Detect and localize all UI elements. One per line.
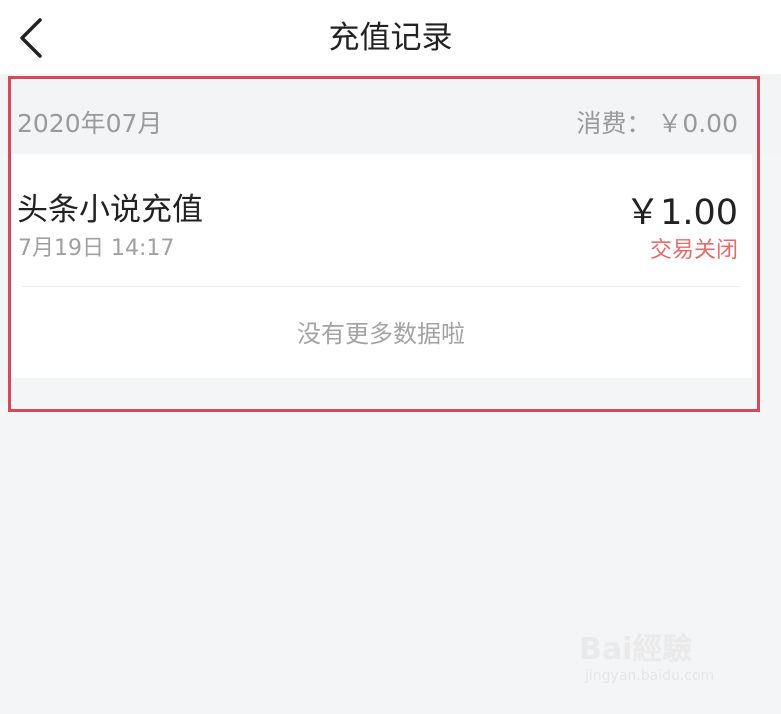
page-title: 充值记录 [328, 20, 453, 56]
watermark-brand: Bai經驗 [579, 632, 693, 667]
header: 充值记录 [0, 0, 781, 74]
watermark-url: jingyan.baidu.com [585, 668, 715, 684]
highlight-box [8, 76, 760, 412]
content-area: Bai經驗 jingyan.baidu.com [0, 416, 781, 714]
watermark-logo: Bai經驗 jingyan.baidu.com [579, 624, 759, 694]
